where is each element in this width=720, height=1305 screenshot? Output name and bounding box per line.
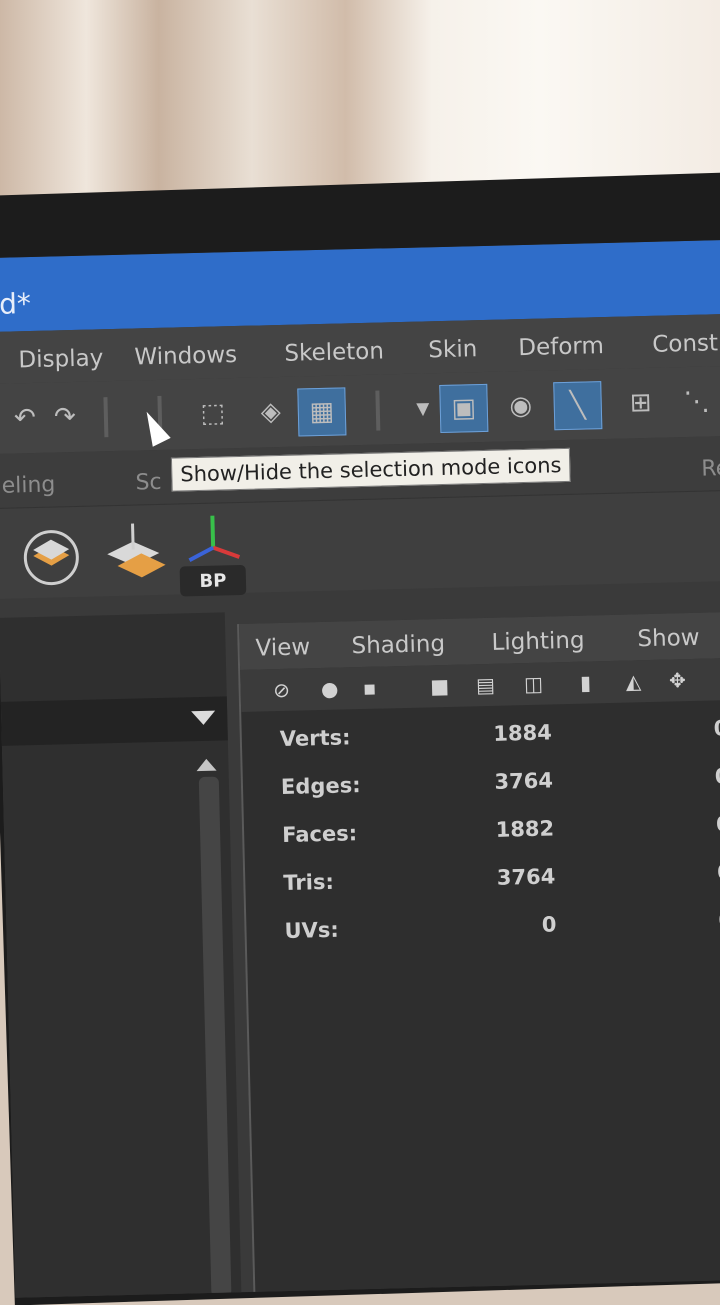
face-mode-icon[interactable]: ⊞	[617, 380, 664, 427]
maya-window: d* Display Windows Skeleton Skin Deform …	[0, 239, 720, 1298]
hud-label: Tris:	[283, 869, 335, 896]
outliner-dropdown[interactable]	[0, 696, 228, 746]
point-mode-icon[interactable]: ◉	[497, 383, 544, 430]
gizmo-icon[interactable]: ✥	[664, 667, 691, 694]
hud-selected-value: 0	[714, 764, 720, 789]
tab-sculpting[interactable]: Sc	[135, 470, 162, 496]
menu-display[interactable]: Display	[18, 345, 103, 373]
toolbar-divider	[375, 390, 381, 431]
camera-icon[interactable]: ■	[426, 673, 453, 700]
grid-icon[interactable]: ◭	[620, 668, 647, 695]
toolbar-divider[interactable]	[103, 397, 109, 438]
select-camera-icon[interactable]: ⊘	[268, 677, 295, 704]
plane-placement-icon[interactable]	[100, 519, 168, 587]
hud-value: 1882	[495, 816, 555, 842]
select-by-component-icon[interactable]: ▦	[297, 387, 347, 437]
viewport-panel[interactable]: View Shading Lighting Show ⊘ ● ▪ ■ ▤ ◫ ▮…	[237, 610, 720, 1298]
outliner-panel	[0, 612, 242, 1298]
axis-gizmo-icon[interactable]	[182, 509, 243, 570]
hud-label: Verts:	[279, 725, 351, 752]
hud-value: 0	[541, 912, 557, 937]
menu-deform[interactable]: Deform	[518, 333, 604, 361]
bp-badge[interactable]: BP	[179, 564, 247, 597]
window-title: d*	[0, 287, 32, 321]
tab-rigging[interactable]: Re	[701, 456, 720, 482]
menu-constrain[interactable]: Const	[652, 330, 718, 358]
hud-value: 3764	[496, 864, 556, 890]
menu-skeleton[interactable]: Skeleton	[284, 338, 384, 366]
hud-label: UVs:	[284, 917, 340, 944]
hud-value: 1884	[493, 720, 553, 746]
hud-row-verts: Verts: 1884 0	[242, 715, 720, 768]
uv-mode-icon[interactable]: ⋱	[673, 378, 720, 425]
edge-mode-icon[interactable]: ╲	[553, 381, 603, 431]
hud-label: Edges:	[280, 773, 361, 800]
layer-icon[interactable]	[21, 527, 82, 588]
hud-row-faces: Faces: 1882 0	[244, 811, 720, 864]
hud-row-uvs: UVs: 0 0	[246, 907, 720, 960]
bookmark-icon[interactable]: ▮	[572, 669, 599, 696]
hud-row-edges: Edges: 3764 0	[243, 763, 720, 816]
viewport-menu-lighting[interactable]: Lighting	[491, 628, 585, 656]
sphere-icon[interactable]: ●	[316, 676, 343, 703]
camera-attributes-icon[interactable]: ◫	[520, 671, 547, 698]
menu-windows[interactable]: Windows	[134, 342, 237, 371]
redo-icon[interactable]: ↷	[41, 394, 88, 441]
lock-camera-icon[interactable]: ▤	[472, 672, 499, 699]
texture-icon[interactable]: ▪	[356, 675, 383, 702]
scroll-up-icon[interactable]	[196, 758, 217, 772]
menu-skin[interactable]: Skin	[428, 336, 478, 363]
tab-modeling[interactable]: leling	[0, 472, 56, 498]
select-by-hierarchy-icon[interactable]: ⬚	[189, 390, 236, 437]
select-by-object-icon[interactable]: ◈	[247, 389, 294, 436]
hud-value: 3764	[494, 768, 554, 794]
viewport-menu-view[interactable]: View	[255, 634, 310, 661]
hud-selected-value: 0	[713, 716, 720, 741]
shelf: BP	[0, 489, 720, 599]
viewport-menu-shading[interactable]: Shading	[351, 631, 445, 659]
hud-label: Faces:	[281, 821, 358, 848]
scrollbar[interactable]	[198, 776, 232, 1297]
vertex-mode-icon[interactable]: ▣	[439, 383, 489, 434]
chevron-down-icon[interactable]	[191, 710, 216, 726]
viewport-menu-show[interactable]: Show	[637, 625, 700, 653]
hud-selected-value: 0	[715, 812, 720, 837]
hud-row-tris: Tris: 3764 0	[245, 859, 720, 912]
